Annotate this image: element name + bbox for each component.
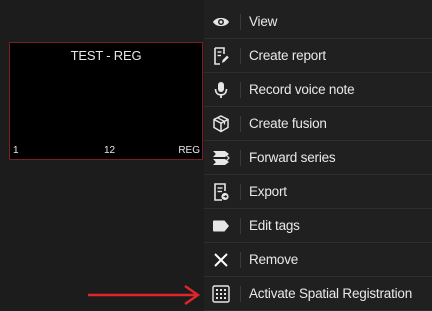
series-index: 1 — [13, 145, 19, 156]
menu-separator — [240, 82, 241, 98]
menu-separator — [240, 218, 241, 234]
export-document-icon — [204, 175, 238, 208]
menu-item-label: Forward series — [249, 150, 336, 165]
menu-separator — [240, 252, 241, 268]
menu-separator — [240, 184, 241, 200]
grid-registration-icon — [204, 277, 238, 310]
context-menu: View Create report Record voice note Cre… — [204, 0, 432, 311]
menu-item-activate-spatial-registration[interactable]: Activate Spatial Registration — [204, 277, 432, 311]
menu-item-label: View — [249, 14, 278, 29]
menu-item-view[interactable]: View — [204, 5, 432, 39]
menu-item-export[interactable]: Export — [204, 175, 432, 209]
series-title: TEST - REG — [70, 48, 142, 63]
stack-forward-icon — [204, 141, 238, 174]
annotation-arrow — [88, 285, 201, 305]
menu-item-create-report[interactable]: Create report — [204, 39, 432, 73]
menu-item-create-fusion[interactable]: Create fusion — [204, 107, 432, 141]
close-icon — [204, 243, 238, 276]
menu-item-remove[interactable]: Remove — [204, 243, 432, 277]
cube-fusion-icon — [204, 107, 238, 140]
menu-separator — [240, 116, 241, 132]
menu-item-label: Remove — [249, 252, 299, 267]
series-thumbnail[interactable]: TEST - REG 1 12 REG — [9, 42, 203, 160]
eye-icon — [204, 5, 238, 38]
menu-item-label: Create fusion — [249, 116, 327, 131]
series-modality: REG — [178, 145, 200, 156]
menu-item-edit-tags[interactable]: Edit tags — [204, 209, 432, 243]
menu-item-forward-series[interactable]: Forward series — [204, 141, 432, 175]
menu-item-label: Edit tags — [249, 218, 300, 233]
menu-item-record-voice-note[interactable]: Record voice note — [204, 73, 432, 107]
report-edit-icon — [204, 39, 238, 72]
menu-item-label: Record voice note — [249, 82, 355, 97]
menu-separator — [240, 14, 241, 30]
series-image-count: 12 — [104, 145, 116, 156]
menu-separator — [240, 48, 241, 64]
menu-item-label: Export — [249, 184, 287, 199]
tag-icon — [204, 209, 238, 242]
menu-item-label: Activate Spatial Registration — [249, 286, 413, 301]
menu-item-label: Create report — [249, 48, 326, 63]
microphone-icon — [204, 73, 238, 106]
menu-separator — [240, 286, 241, 302]
menu-separator — [240, 150, 241, 166]
